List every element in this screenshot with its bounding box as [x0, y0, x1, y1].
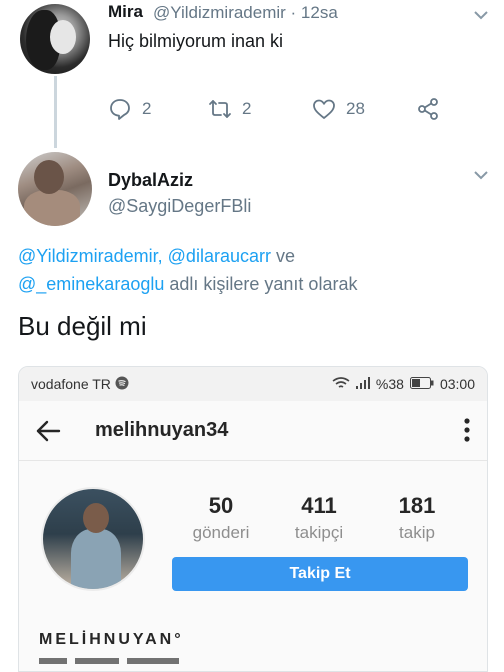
- wifi-icon: [332, 376, 350, 393]
- back-arrow-icon[interactable]: [35, 419, 61, 448]
- chevron-down-icon[interactable]: [474, 170, 488, 180]
- avatar-dybalaziz[interactable]: [18, 152, 92, 226]
- signal-icon: [355, 376, 370, 392]
- tweet2-author-name[interactable]: DybalAziz: [108, 170, 193, 191]
- clock: 03:00: [439, 376, 475, 392]
- more-vertical-icon[interactable]: [463, 417, 471, 448]
- battery-icon: [409, 376, 434, 392]
- profile-avatar[interactable]: [41, 487, 145, 591]
- stat-following[interactable]: 181 takip: [372, 493, 462, 543]
- like-button[interactable]: 28: [312, 96, 365, 122]
- tweet2-text: Bu değil mi: [18, 311, 147, 341]
- retweet-count: 2: [242, 99, 252, 118]
- follow-button[interactable]: Takip Et: [172, 557, 468, 591]
- tweet1-handle-time[interactable]: @Yildizmirademir · 12sa: [153, 3, 338, 23]
- mention-link[interactable]: @dilaraucarr: [168, 246, 271, 266]
- reply-suffix-text: adlı kişilere yanıt olarak: [169, 274, 358, 294]
- stat-label: takip: [399, 523, 435, 542]
- share-button[interactable]: [416, 96, 450, 122]
- mention-link[interactable]: @_eminekaraoglu: [18, 274, 164, 294]
- stat-label: gönderi: [192, 523, 250, 542]
- stat-label: takipçi: [294, 523, 344, 542]
- attached-screenshot[interactable]: vodafone TR %38 03:00 melihnuyan34 50 gö…: [18, 366, 488, 672]
- chevron-down-icon[interactable]: [474, 10, 488, 20]
- profile-header: melihnuyan34: [19, 401, 487, 461]
- reply-icon: [108, 97, 132, 121]
- phone-status-bar: vodafone TR %38 03:00: [19, 367, 487, 401]
- profile-display-name: MELİHNUYAN°: [39, 631, 184, 648]
- like-icon: [312, 97, 336, 121]
- tweet1-text: Hiç bilmiyorum inan ki: [108, 31, 284, 51]
- reply-context-line-2: @_eminekaraoglu adlı kişilere yanıt olar…: [18, 274, 357, 295]
- reply-and-text: ve: [275, 246, 295, 266]
- stat-posts[interactable]: 50 gönderi: [176, 493, 266, 543]
- profile-section: 50 gönderi 411 takipçi 181 takip Takip E…: [19, 461, 487, 671]
- reply-count: 2: [142, 99, 152, 118]
- retweet-icon: [208, 97, 232, 121]
- stat-value: 50: [208, 493, 234, 518]
- stat-value: 411: [301, 493, 337, 518]
- like-count: 28: [346, 99, 365, 118]
- reply-context-line-1: @Yildizmirademir, @dilaraucarr ve: [18, 246, 295, 267]
- tweet1-author-name[interactable]: Mira: [108, 2, 143, 22]
- tweet2-handle[interactable]: @SaygiDegerFBli: [108, 196, 251, 217]
- carrier-name: vodafone TR: [31, 376, 111, 392]
- stat-value: 181: [398, 493, 436, 518]
- battery-percent: %38: [375, 376, 404, 392]
- mention-link[interactable]: @Yildizmirademir,: [18, 246, 163, 266]
- spotify-icon: [115, 376, 129, 393]
- share-icon: [416, 97, 440, 121]
- retweet-button[interactable]: 2: [208, 96, 251, 122]
- profile-username: melihnuyan34: [95, 419, 229, 441]
- stat-followers[interactable]: 411 takipçi: [274, 493, 364, 543]
- thread-line: [54, 76, 57, 148]
- reply-button[interactable]: 2: [108, 96, 151, 122]
- profile-bio-cropped: [39, 658, 239, 664]
- avatar-mira[interactable]: [20, 4, 90, 74]
